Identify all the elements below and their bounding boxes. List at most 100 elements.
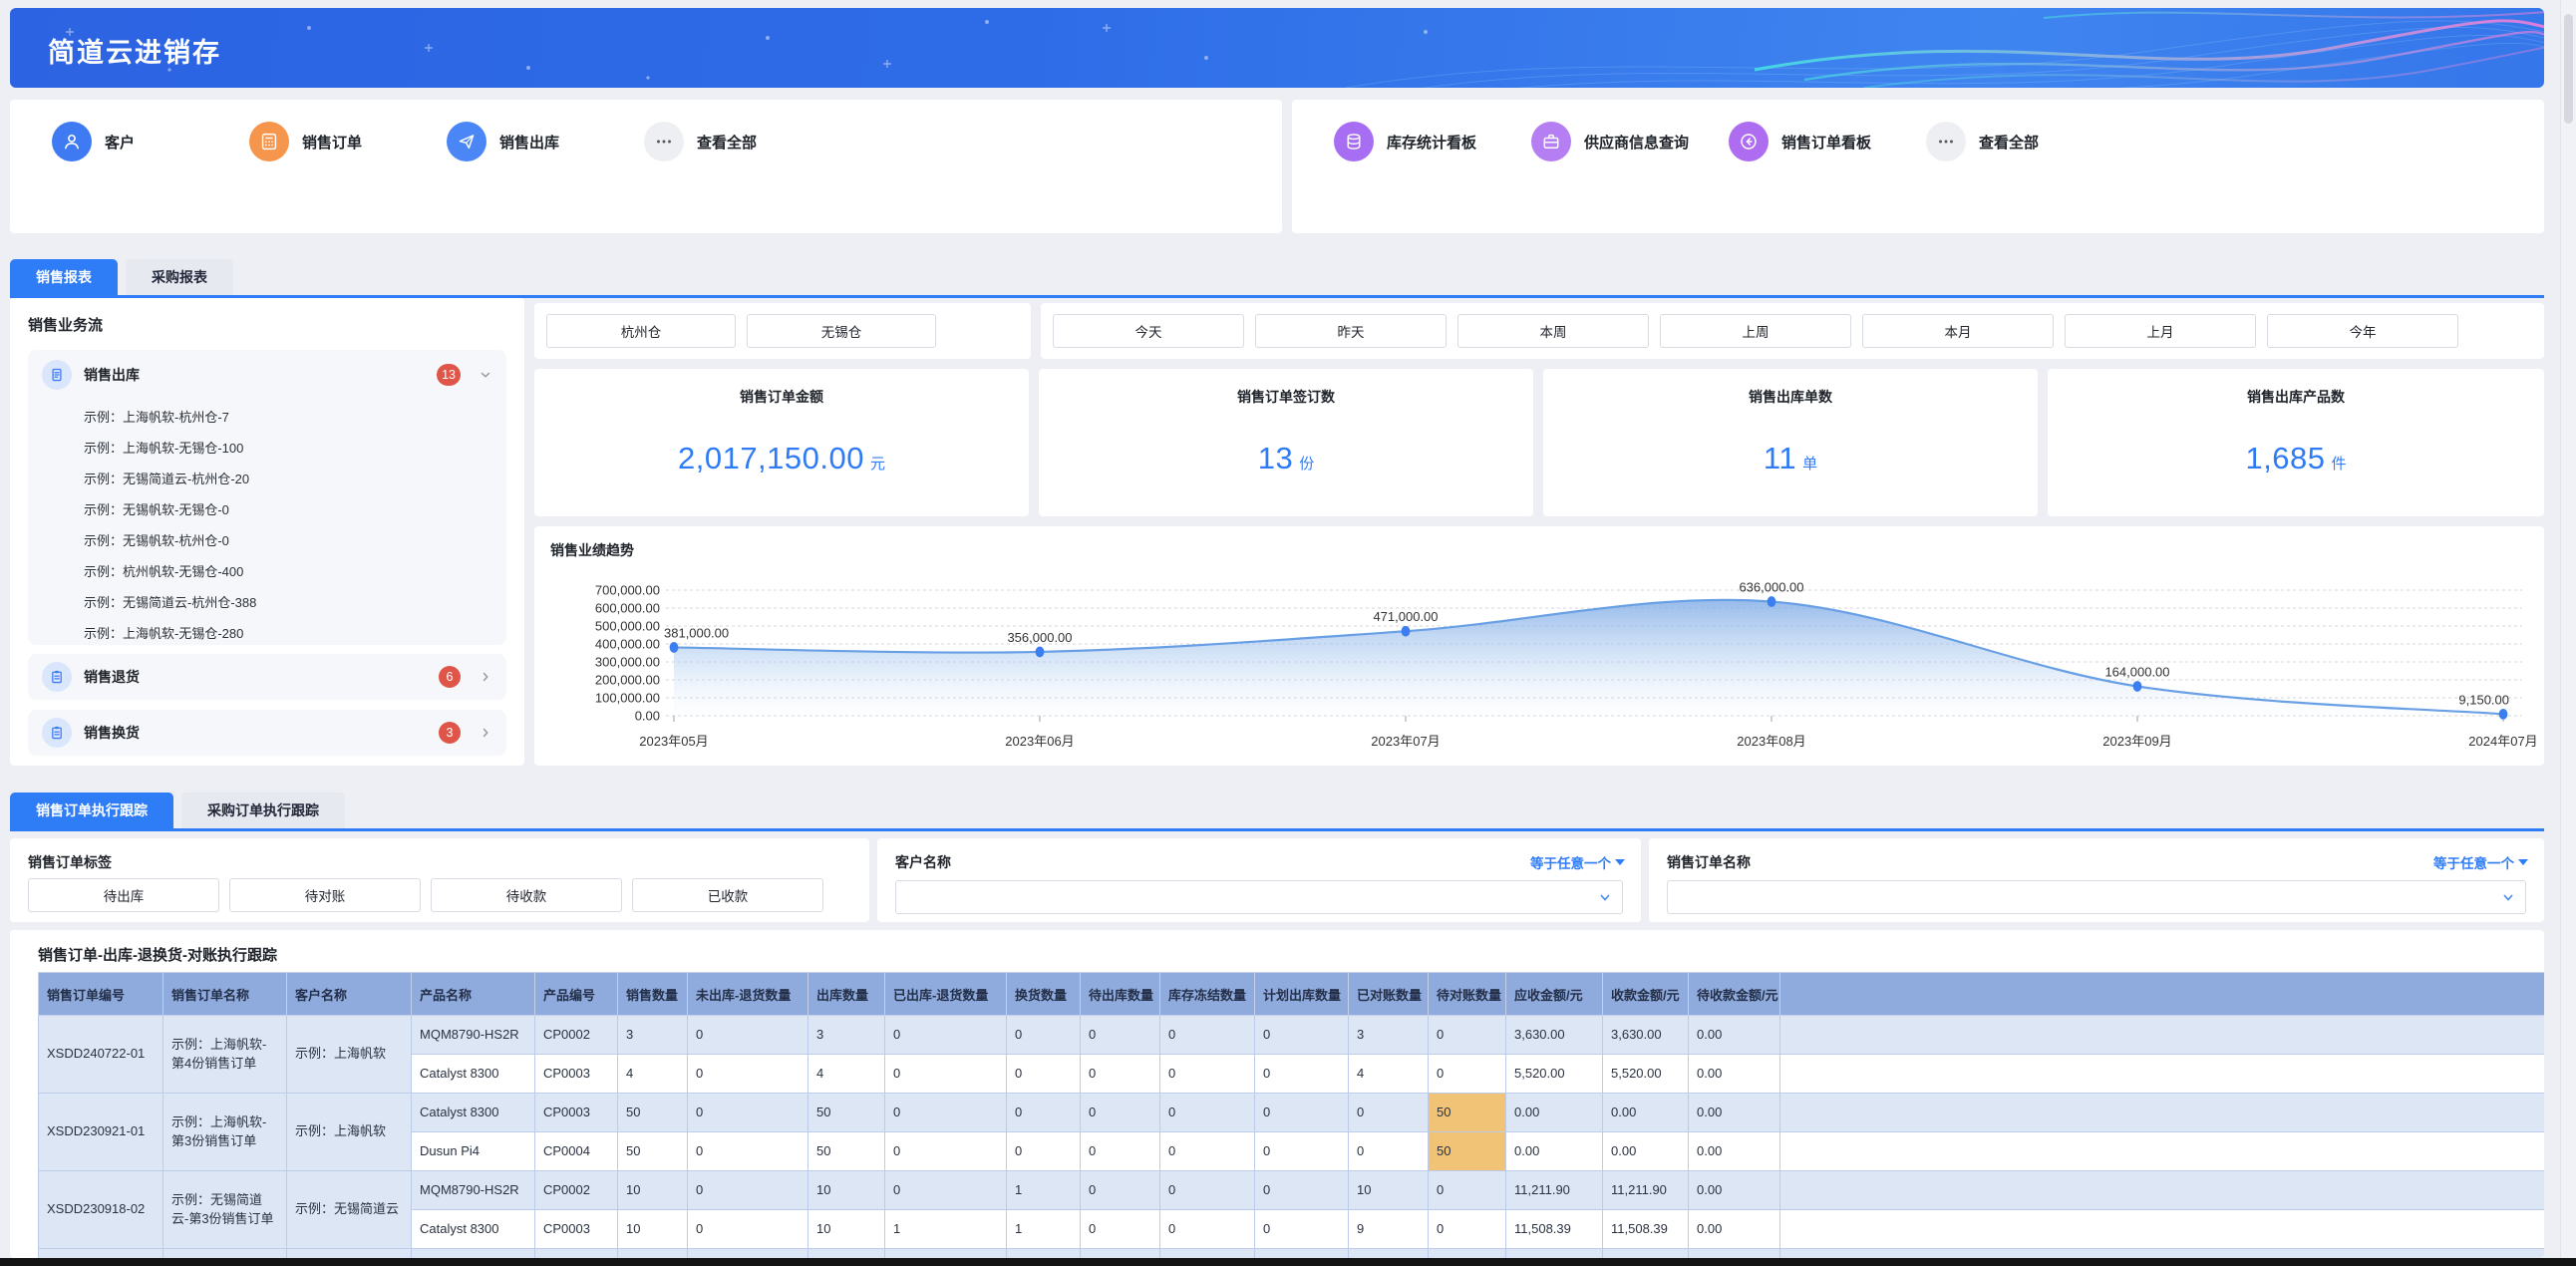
customer-name-select[interactable] [895, 880, 1623, 914]
table-cell: 0 [1255, 1210, 1349, 1249]
flow-group-header-outbound[interactable]: 销售出库 13 [28, 350, 506, 400]
database-icon [1334, 122, 1374, 161]
warehouse-filter-button-2[interactable]: 无锡仓 [747, 314, 936, 348]
order-no-cell: XSDD230827-10 [39, 1249, 163, 1259]
table-row[interactable]: Catalyst 8300CP000340400000405,520.005,5… [39, 1055, 2545, 1094]
tab-purchase-order-tracking[interactable]: 采购订单执行跟踪 [181, 792, 345, 828]
chart-point[interactable] [670, 642, 679, 653]
table-cell: 0.00 [1603, 1094, 1689, 1132]
chart-point[interactable] [2133, 681, 2142, 692]
date-range-button-3[interactable]: 本周 [1457, 314, 1649, 348]
flow-group-header-exchange[interactable]: 销售换货 3 [28, 710, 506, 756]
date-range-button-5[interactable]: 本月 [1862, 314, 2054, 348]
scrollbar-thumb[interactable] [2564, 14, 2573, 124]
kpi-value: 1,685件 [2048, 441, 2544, 476]
table-row[interactable]: XSDD230827-10示例：上海帆软-第1份销售订单示例：上海帆软Catal… [39, 1249, 2545, 1259]
column-header: 已对账数量 [1349, 973, 1429, 1016]
column-header: 未出库-退货数量 [688, 973, 808, 1016]
flow-group-header-return[interactable]: 销售退货 6 [28, 654, 506, 700]
customer-cell: 示例：无锡简道云 [287, 1171, 412, 1249]
order-tag-button-2[interactable]: 待对账 [229, 878, 421, 912]
flow-group-sales-return: 销售退货 6 [28, 654, 506, 700]
table-row[interactable]: Dusun Pi4CP000450050000000500.000.000.00 [39, 1132, 2545, 1171]
product-code-cell: CP0003 [535, 1210, 618, 1249]
flow-record-item[interactable]: 示例：上海帆软-杭州仓-7 [84, 402, 492, 433]
date-range-button-2[interactable]: 昨天 [1255, 314, 1447, 348]
table-cell: 0 [688, 1016, 808, 1055]
order-tracking-table-card: 销售订单-出库-退换货-对账执行跟踪 销售订单编号销售订单名称客户名称产品名称产… [10, 930, 2544, 1258]
shortcut-view-all-right[interactable]: 查看全部 [1926, 122, 2123, 161]
tab-sales-report[interactable]: 销售报表 [10, 259, 118, 295]
user-icon [52, 122, 92, 161]
table-cell [1780, 1055, 2545, 1094]
flow-record-item[interactable]: 示例：上海帆软-无锡仓-280 [84, 618, 492, 649]
chevron-right-icon[interactable] [479, 670, 492, 684]
flow-record-item[interactable]: 示例：无锡简道云-杭州仓-388 [84, 587, 492, 618]
table-cell: 0 [1081, 1094, 1160, 1132]
chart-point[interactable] [1768, 596, 1776, 607]
table-cell: 0 [688, 1055, 808, 1094]
table-cell: 50 [618, 1132, 688, 1171]
order-operator-link[interactable]: 等于任意一个 [2433, 852, 2528, 872]
shortcut-supplier-query[interactable]: 供应商信息查询 [1531, 122, 1729, 161]
shortcut-sales-order-dashboard[interactable]: 销售订单看板 [1729, 122, 1926, 161]
table-row[interactable]: Catalyst 8300CP000310010110009011,508.39… [39, 1210, 2545, 1249]
kpi-title: 销售出库单数 [1543, 387, 2038, 407]
table-cell: 11,211.90 [1506, 1171, 1603, 1210]
date-range-button-1[interactable]: 今天 [1053, 314, 1244, 348]
table-cell: 0 [688, 1094, 808, 1132]
kpi-title: 销售出库产品数 [2048, 387, 2544, 407]
order-name-select[interactable] [1667, 880, 2526, 914]
vertical-scrollbar[interactable] [2560, 0, 2576, 1258]
shortcut-label: 查看全部 [1979, 132, 2039, 153]
table-cell: 0 [1255, 1132, 1349, 1171]
date-range-button-7[interactable]: 今年 [2267, 314, 2458, 348]
flow-group-sales-exchange: 销售换货 3 [28, 710, 506, 756]
chart-point[interactable] [1402, 626, 1411, 637]
tab-sales-order-tracking[interactable]: 销售订单执行跟踪 [10, 792, 173, 828]
shortcut-sales-order[interactable]: 销售订单 [249, 122, 447, 161]
shortcut-view-all-left[interactable]: 查看全部 [644, 122, 841, 161]
table-cell: 0 [1255, 1055, 1349, 1094]
table-cell: 0 [1007, 1132, 1081, 1171]
table-scroll-area[interactable]: 销售订单编号销售订单名称客户名称产品名称产品编号销售数量未出库-退货数量出库数量… [38, 972, 2544, 1258]
table-cell: 0.00 [1689, 1171, 1780, 1210]
flow-record-item[interactable]: 示例：无锡帆软-杭州仓-0 [84, 525, 492, 556]
table-cell: 0 [1255, 1016, 1349, 1055]
table-cell: 0 [1255, 1249, 1349, 1259]
chart-x-label: 2023年07月 [1371, 734, 1440, 749]
shortcut-inventory-dashboard[interactable]: 库存统计看板 [1334, 122, 1531, 161]
shortcut-customer[interactable]: 客户 [52, 122, 249, 161]
table-cell: 0.00 [1689, 1249, 1780, 1259]
caret-down-icon [2518, 859, 2528, 865]
table-row[interactable]: XSDD240722-01示例：上海帆软-第4份销售订单示例：上海帆软MQM87… [39, 1016, 2545, 1055]
warehouse-filter-button-1[interactable]: 杭州仓 [546, 314, 736, 348]
date-range-button-4[interactable]: 上周 [1660, 314, 1851, 348]
flow-record-item[interactable]: 示例：杭州帆软-无锡仓-400 [84, 556, 492, 587]
kpi-title: 销售订单金额 [534, 387, 1029, 407]
table-cell: 5,520.00 [1603, 1055, 1689, 1094]
product-name-cell: Catalyst 8300 [412, 1094, 535, 1132]
order-tag-button-4[interactable]: 已收款 [632, 878, 823, 912]
chart-x-label: 2023年05月 [639, 734, 708, 749]
chart-x-label: 2023年08月 [1737, 734, 1805, 749]
chart-y-label: 300,000.00 [595, 655, 660, 670]
chevron-right-icon[interactable] [479, 726, 492, 740]
kpi-card-order-count: 销售订单签订数 13份 [1039, 369, 1533, 516]
shortcut-sales-outbound[interactable]: 销售出库 [447, 122, 644, 161]
table-row[interactable]: XSDD230921-01示例：上海帆软-第3份销售订单示例：上海帆软Catal… [39, 1094, 2545, 1132]
order-tag-button-1[interactable]: 待出库 [28, 878, 219, 912]
order-tag-button-3[interactable]: 待收款 [431, 878, 622, 912]
table-row[interactable]: XSDD230918-02示例：无锡简道云-第3份销售订单示例：无锡简道云MQM… [39, 1171, 2545, 1210]
tab-purchase-report[interactable]: 采购报表 [126, 259, 233, 295]
chart-point[interactable] [1036, 647, 1045, 658]
flow-record-item[interactable]: 示例：无锡简道云-杭州仓-20 [84, 464, 492, 494]
flow-record-item[interactable]: 示例：上海帆软-无锡仓-100 [84, 433, 492, 464]
chevron-down-icon [1598, 890, 1612, 909]
flow-record-item[interactable]: 示例：无锡帆软-无锡仓-0 [84, 494, 492, 525]
table-cell: 10 [1349, 1249, 1429, 1259]
date-range-button-6[interactable]: 上月 [2065, 314, 2256, 348]
chart-point[interactable] [2499, 709, 2508, 720]
chevron-down-icon[interactable] [479, 368, 492, 382]
customer-operator-link[interactable]: 等于任意一个 [1530, 852, 1625, 872]
